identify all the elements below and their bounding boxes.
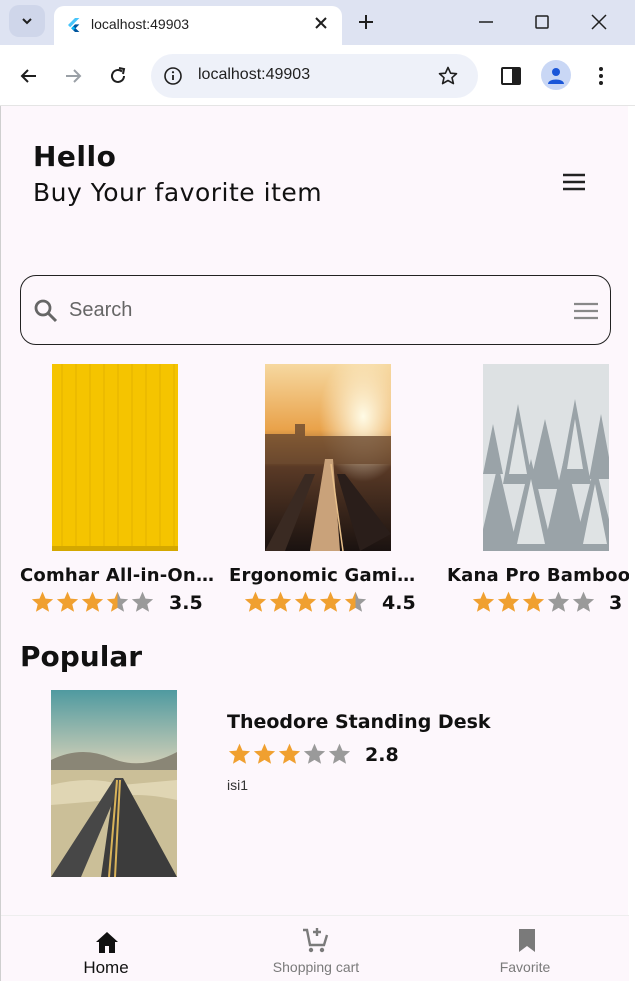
person-icon (548, 68, 564, 84)
popular-item-description: isi1 (227, 777, 249, 793)
star-rating (471, 590, 596, 614)
nav-item-shopping-cart[interactable]: Shopping cart (235, 916, 395, 982)
product-card[interactable]: Comhar All-in-One Glass Desk 3.5 (20, 364, 225, 624)
star-filled-icon (269, 591, 292, 612)
product-image[interactable] (52, 364, 178, 551)
star-empty-icon (572, 591, 595, 612)
star-half-icon (344, 591, 367, 612)
nav-item-favorite[interactable]: Favorite (445, 916, 605, 982)
star-filled-icon (253, 743, 276, 764)
star-rating (30, 590, 155, 614)
menu-icon[interactable] (561, 172, 587, 192)
greeting-title: Hello (33, 140, 117, 173)
window-close-icon[interactable] (589, 12, 609, 32)
rating-value: 3.5 (169, 592, 203, 614)
side-panel-icon[interactable] (500, 65, 522, 87)
info-icon[interactable] (163, 66, 183, 86)
filter-menu-icon[interactable] (573, 301, 599, 321)
star-filled-icon (81, 591, 104, 612)
star-rating (227, 742, 352, 766)
home-icon (96, 932, 118, 953)
product-image[interactable] (265, 364, 391, 551)
nav-label: Home (83, 958, 129, 977)
nav-label: Shopping cart (272, 959, 360, 975)
profile-avatar[interactable] (541, 60, 571, 90)
rating-value: 4.5 (382, 592, 416, 614)
browser-tab[interactable]: localhost:49903 (54, 6, 342, 45)
reload-icon[interactable] (107, 65, 129, 87)
search-input[interactable] (69, 290, 549, 330)
nav-label: Favorite (499, 959, 551, 975)
star-filled-icon (497, 591, 520, 612)
star-filled-icon (319, 591, 342, 612)
star-filled-icon (278, 743, 301, 764)
star-filled-icon (472, 591, 495, 612)
star-filled-icon (228, 743, 251, 764)
tab-search-button[interactable] (9, 5, 45, 37)
minimize-icon[interactable] (476, 12, 496, 32)
search-bar (20, 275, 611, 345)
forward-arrow-icon[interactable] (62, 65, 84, 87)
section-heading-popular: Popular (20, 640, 143, 673)
star-empty-icon (131, 591, 154, 612)
star-half-icon (106, 591, 129, 612)
product-title: Kana Pro Bamboo Desk (447, 565, 629, 586)
product-card[interactable]: Ergonomic Gaming Chair 4.5 (229, 364, 434, 624)
star-empty-icon (303, 743, 326, 764)
close-icon[interactable] (312, 14, 330, 32)
url-text[interactable]: localhost:49903 (198, 66, 310, 84)
back-arrow-icon[interactable] (18, 65, 40, 87)
star-rating (243, 590, 368, 614)
star-empty-icon (547, 591, 570, 612)
product-title: Comhar All-in-One Glass Desk (20, 565, 215, 586)
star-empty-icon (328, 743, 351, 764)
bottom-navigation: Home Shopping cart Favorite (1, 915, 629, 981)
search-icon (34, 299, 58, 323)
product-card[interactable]: Kana Pro Bamboo Desk 3 (447, 364, 629, 624)
browser-toolbar: localhost:49903 (0, 45, 635, 106)
product-title: Ergonomic Gaming Chair (229, 565, 424, 586)
browser-tabstrip: localhost:49903 (0, 0, 635, 45)
chevron-down-icon (22, 18, 32, 25)
app-viewport: Hello Buy Your favorite item Comhar All-… (0, 106, 629, 981)
rating-value: 2.8 (365, 744, 399, 766)
star-filled-icon (522, 591, 545, 612)
popular-item-title[interactable]: Theodore Standing Desk (227, 711, 491, 733)
new-tab-icon[interactable] (356, 12, 376, 32)
add-cart-icon (303, 928, 329, 953)
nav-item-home[interactable]: Home (25, 916, 185, 982)
star-filled-icon (294, 591, 317, 612)
address-bar[interactable]: localhost:49903 (151, 54, 478, 98)
star-filled-icon (56, 591, 79, 612)
rating-value: 3 (609, 592, 623, 614)
bookmark-icon (519, 929, 535, 952)
maximize-icon[interactable] (532, 12, 552, 32)
popular-item-image[interactable] (51, 690, 177, 877)
more-vert-icon[interactable] (590, 65, 612, 87)
product-image[interactable] (483, 364, 609, 551)
bookmark-star-icon[interactable] (437, 65, 459, 87)
flutter-icon (68, 18, 80, 32)
star-filled-icon (31, 591, 54, 612)
tab-title: localhost:49903 (91, 16, 190, 32)
star-filled-icon (244, 591, 267, 612)
greeting-subtitle: Buy Your favorite item (33, 178, 323, 207)
